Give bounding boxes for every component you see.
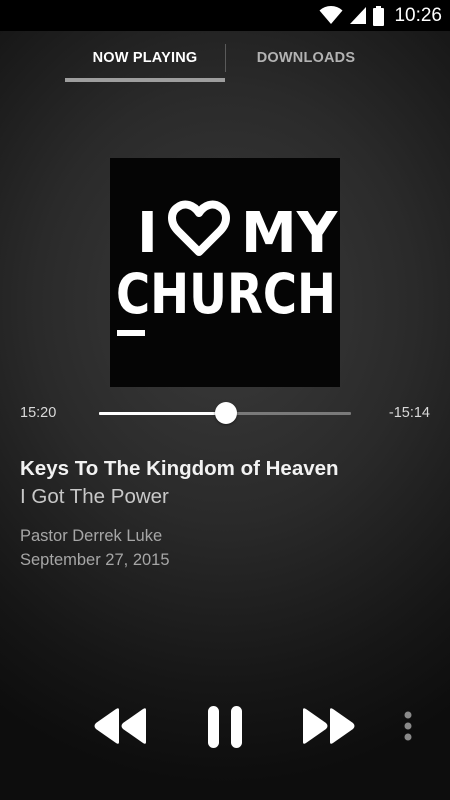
elapsed-time: 15:20 — [20, 405, 57, 421]
battery-icon — [373, 5, 385, 26]
tab-bar: NOW PLAYING DOWNLOADS — [0, 31, 450, 85]
seek-bar[interactable] — [99, 402, 351, 424]
status-bar: 10:26 — [0, 0, 450, 31]
tab-downloads[interactable]: DOWNLOADS — [226, 31, 386, 85]
track-speaker: Pastor Derrek Luke — [20, 527, 163, 545]
seek-bar-progress — [99, 412, 226, 415]
rewind-icon — [93, 707, 147, 745]
album-art-text-church: CHURCH — [116, 262, 336, 326]
signal-icon — [349, 6, 367, 25]
album-art: I MY CHURCH — [110, 158, 340, 387]
more-options-button[interactable] — [402, 711, 414, 743]
album-art-text-my: MY — [241, 201, 339, 266]
fast-forward-button[interactable] — [302, 707, 356, 745]
rewind-button[interactable] — [93, 707, 147, 745]
wifi-icon — [319, 6, 343, 25]
status-time: 10:26 — [394, 4, 442, 26]
pause-icon — [206, 706, 244, 748]
pause-button[interactable] — [206, 706, 244, 748]
remaining-time: -15:14 — [388, 405, 430, 421]
more-vertical-icon — [402, 711, 414, 743]
status-icons: 10:26 — [319, 0, 442, 31]
track-date: September 27, 2015 — [20, 551, 170, 569]
tab-now-playing[interactable]: NOW PLAYING — [65, 31, 225, 85]
track-title: Keys To The Kingdom of Heaven — [20, 457, 339, 480]
heart-icon — [168, 200, 230, 256]
album-art-text-i: I — [137, 201, 158, 266]
tab-indicator — [65, 78, 225, 82]
fast-forward-icon — [302, 707, 356, 745]
seek-bar-thumb[interactable] — [214, 402, 237, 424]
album-art-underline — [117, 330, 145, 336]
track-subtitle: I Got The Power — [20, 485, 169, 508]
